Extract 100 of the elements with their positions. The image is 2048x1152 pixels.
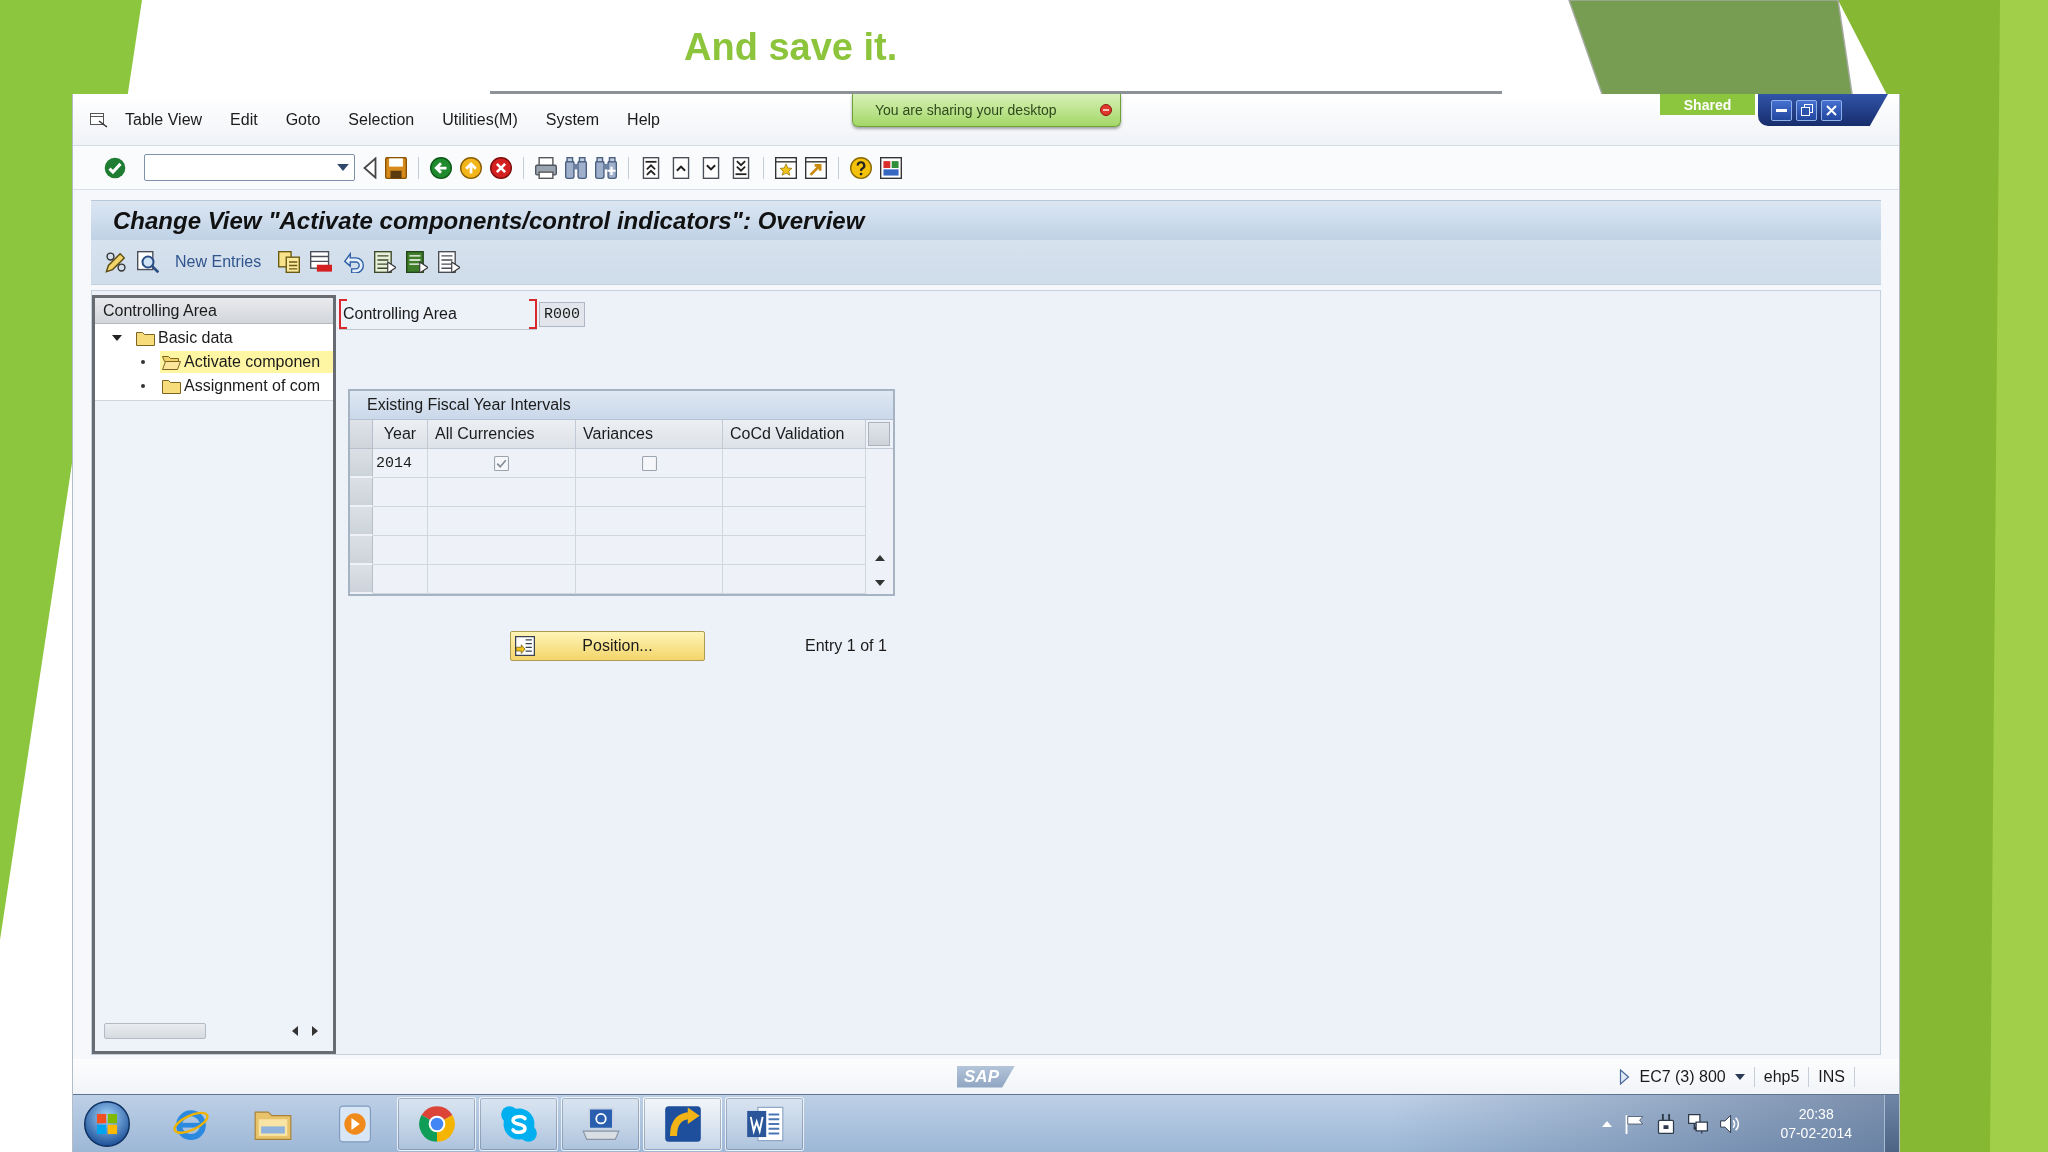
clock-date: 07-02-2014	[1780, 1123, 1852, 1143]
help-icon[interactable]	[850, 156, 872, 179]
tree-item[interactable]: Basic data	[134, 327, 333, 349]
document-icon	[745, 1104, 784, 1143]
column-header[interactable]: Variances	[576, 420, 723, 449]
caret-down-icon[interactable]	[1734, 1073, 1745, 1080]
undo-icon[interactable]	[342, 251, 365, 273]
table-cell	[373, 536, 428, 565]
scrollbar-thumb[interactable]	[104, 1023, 206, 1039]
new-entries-button[interactable]: New Entries	[175, 253, 262, 271]
close-button[interactable]	[1821, 99, 1842, 121]
screen-title: Change View "Activate components/control indicators": Overview	[113, 206, 865, 235]
field-label: Controlling Area	[339, 299, 537, 330]
tree-item[interactable]: Assignment of com	[160, 375, 333, 397]
magnifier-icon[interactable]	[137, 251, 159, 273]
restore-button[interactable]	[1796, 99, 1817, 121]
taskbar-button[interactable]	[725, 1096, 804, 1151]
start-orb-icon[interactable]	[84, 1100, 130, 1147]
taskbar-button[interactable]	[643, 1096, 722, 1151]
menu-item[interactable]: Utilities(M)	[442, 110, 518, 129]
folder-icon	[136, 330, 155, 346]
dropdown-caret-icon[interactable]	[337, 164, 349, 171]
scroll-down-icon[interactable]	[874, 580, 885, 586]
caret-down-icon[interactable]	[112, 335, 122, 341]
sharing-message: You are sharing your desktop	[875, 102, 1057, 118]
menu-item[interactable]: Edit	[230, 110, 258, 129]
checkbox[interactable]	[641, 455, 657, 471]
position-button[interactable]: Position...	[510, 631, 705, 661]
page-last-icon[interactable]	[730, 156, 752, 179]
cancel-icon[interactable]	[490, 156, 512, 179]
bullet-icon	[141, 360, 145, 364]
deselect-all-icon[interactable]	[438, 251, 461, 273]
checkmark-icon[interactable]	[104, 156, 126, 179]
position-icon	[515, 636, 535, 656]
print-icon[interactable]	[535, 156, 557, 179]
show-desktop-button[interactable]	[1884, 1095, 1899, 1152]
menu-item[interactable]: Selection	[348, 110, 415, 129]
menu-item[interactable]: Goto	[285, 110, 321, 129]
table-cell	[373, 565, 428, 594]
table-title: Existing Fiscal Year Intervals	[350, 391, 893, 420]
shared-badge: Shared	[1660, 94, 1755, 115]
round-logo-icon	[417, 1104, 456, 1143]
entry-counter: Entry 1 of 1	[805, 637, 887, 655]
clock-time: 20:38	[1798, 1104, 1834, 1124]
controlling-area-field[interactable]: R000	[539, 302, 585, 327]
layout-icon[interactable]	[880, 156, 902, 179]
taskbar-button[interactable]	[561, 1096, 640, 1151]
tree-item[interactable]: Activate componen	[160, 351, 333, 373]
page-first-icon[interactable]	[640, 156, 662, 179]
minimize-button[interactable]	[1771, 99, 1792, 121]
page-down-icon[interactable]	[700, 156, 722, 179]
save-icon[interactable]	[385, 156, 407, 179]
table-cell	[373, 507, 428, 536]
window-icon[interactable]	[90, 111, 108, 128]
minimize-icon	[1776, 108, 1787, 112]
new-window-icon[interactable]	[775, 156, 797, 179]
bullet-icon	[141, 384, 145, 388]
select-all-icon[interactable]	[374, 251, 397, 273]
column-header[interactable]: All Currencies	[428, 420, 576, 449]
menu-item[interactable]: System	[545, 110, 600, 129]
taskbar-button[interactable]	[397, 1096, 476, 1151]
table-cell: 2014	[373, 449, 428, 478]
sap-logo: SAP	[957, 1065, 1015, 1088]
column-header[interactable]: CoCd Validation	[723, 420, 866, 449]
network-icon[interactable]	[1688, 1113, 1709, 1134]
pencil-icon[interactable]	[105, 251, 127, 273]
table-cell	[373, 478, 428, 507]
column-header[interactable]: Year	[373, 420, 428, 449]
checkbox[interactable]	[494, 455, 509, 471]
scroll-up-icon[interactable]	[874, 555, 885, 561]
server-name: ehp5	[1763, 1067, 1800, 1086]
play-triangle-icon[interactable]	[1619, 1068, 1631, 1085]
stop-dot-icon[interactable]	[1100, 104, 1112, 116]
page-up-icon[interactable]	[670, 156, 692, 179]
folder-icon	[162, 378, 181, 394]
menu-item[interactable]: Table View	[125, 110, 203, 129]
select-block-icon[interactable]	[406, 251, 429, 273]
scroll-left-icon[interactable]	[292, 1026, 298, 1036]
command-field[interactable]	[144, 154, 355, 181]
chat-logo-icon	[499, 1104, 538, 1143]
arrow-up-circle-icon[interactable]	[460, 156, 482, 179]
binoculars-icon[interactable]	[565, 156, 587, 179]
speaker-icon[interactable]	[1720, 1113, 1741, 1134]
flag-icon[interactable]	[1624, 1113, 1645, 1134]
shortcut-icon[interactable]	[805, 156, 827, 179]
close-icon	[1826, 104, 1837, 116]
system-info: EC7 (3) 800	[1639, 1067, 1726, 1086]
scroll-right-icon[interactable]	[312, 1026, 318, 1036]
arrow-left-circle-icon[interactable]	[430, 156, 452, 179]
binoculars-icon[interactable]	[595, 156, 617, 179]
menu-item[interactable]: Help	[627, 110, 660, 129]
open-folder-icon	[162, 354, 181, 370]
restore-icon	[1800, 104, 1813, 116]
slide-heading: And save it.	[684, 28, 898, 66]
tree-header: Controlling Area	[95, 298, 333, 324]
plug-icon[interactable]	[1656, 1113, 1677, 1134]
triangle-left-icon[interactable]	[363, 156, 377, 179]
delete-row-icon[interactable]	[310, 251, 333, 273]
input-mode: INS	[1818, 1067, 1845, 1086]
copy-icon[interactable]	[278, 251, 301, 273]
